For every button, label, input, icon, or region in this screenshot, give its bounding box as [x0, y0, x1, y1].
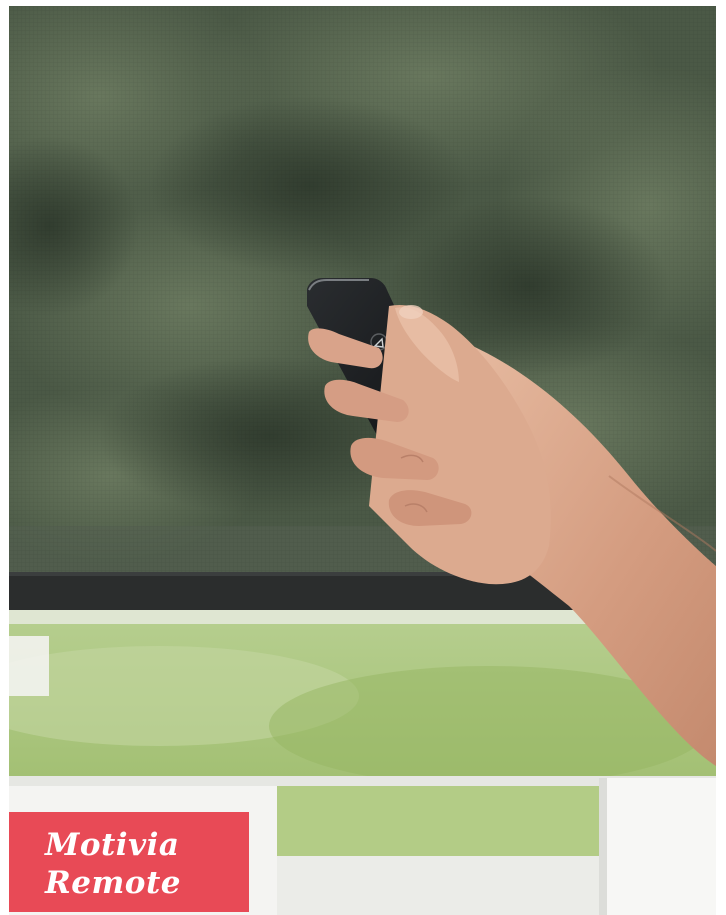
product-name-line-1: Motivia [45, 827, 180, 863]
product-name-badge: Motivia Remote [9, 812, 249, 912]
product-photo [9, 6, 716, 915]
photo-frame [9, 6, 716, 915]
product-name-line-2: Remote [45, 865, 182, 901]
